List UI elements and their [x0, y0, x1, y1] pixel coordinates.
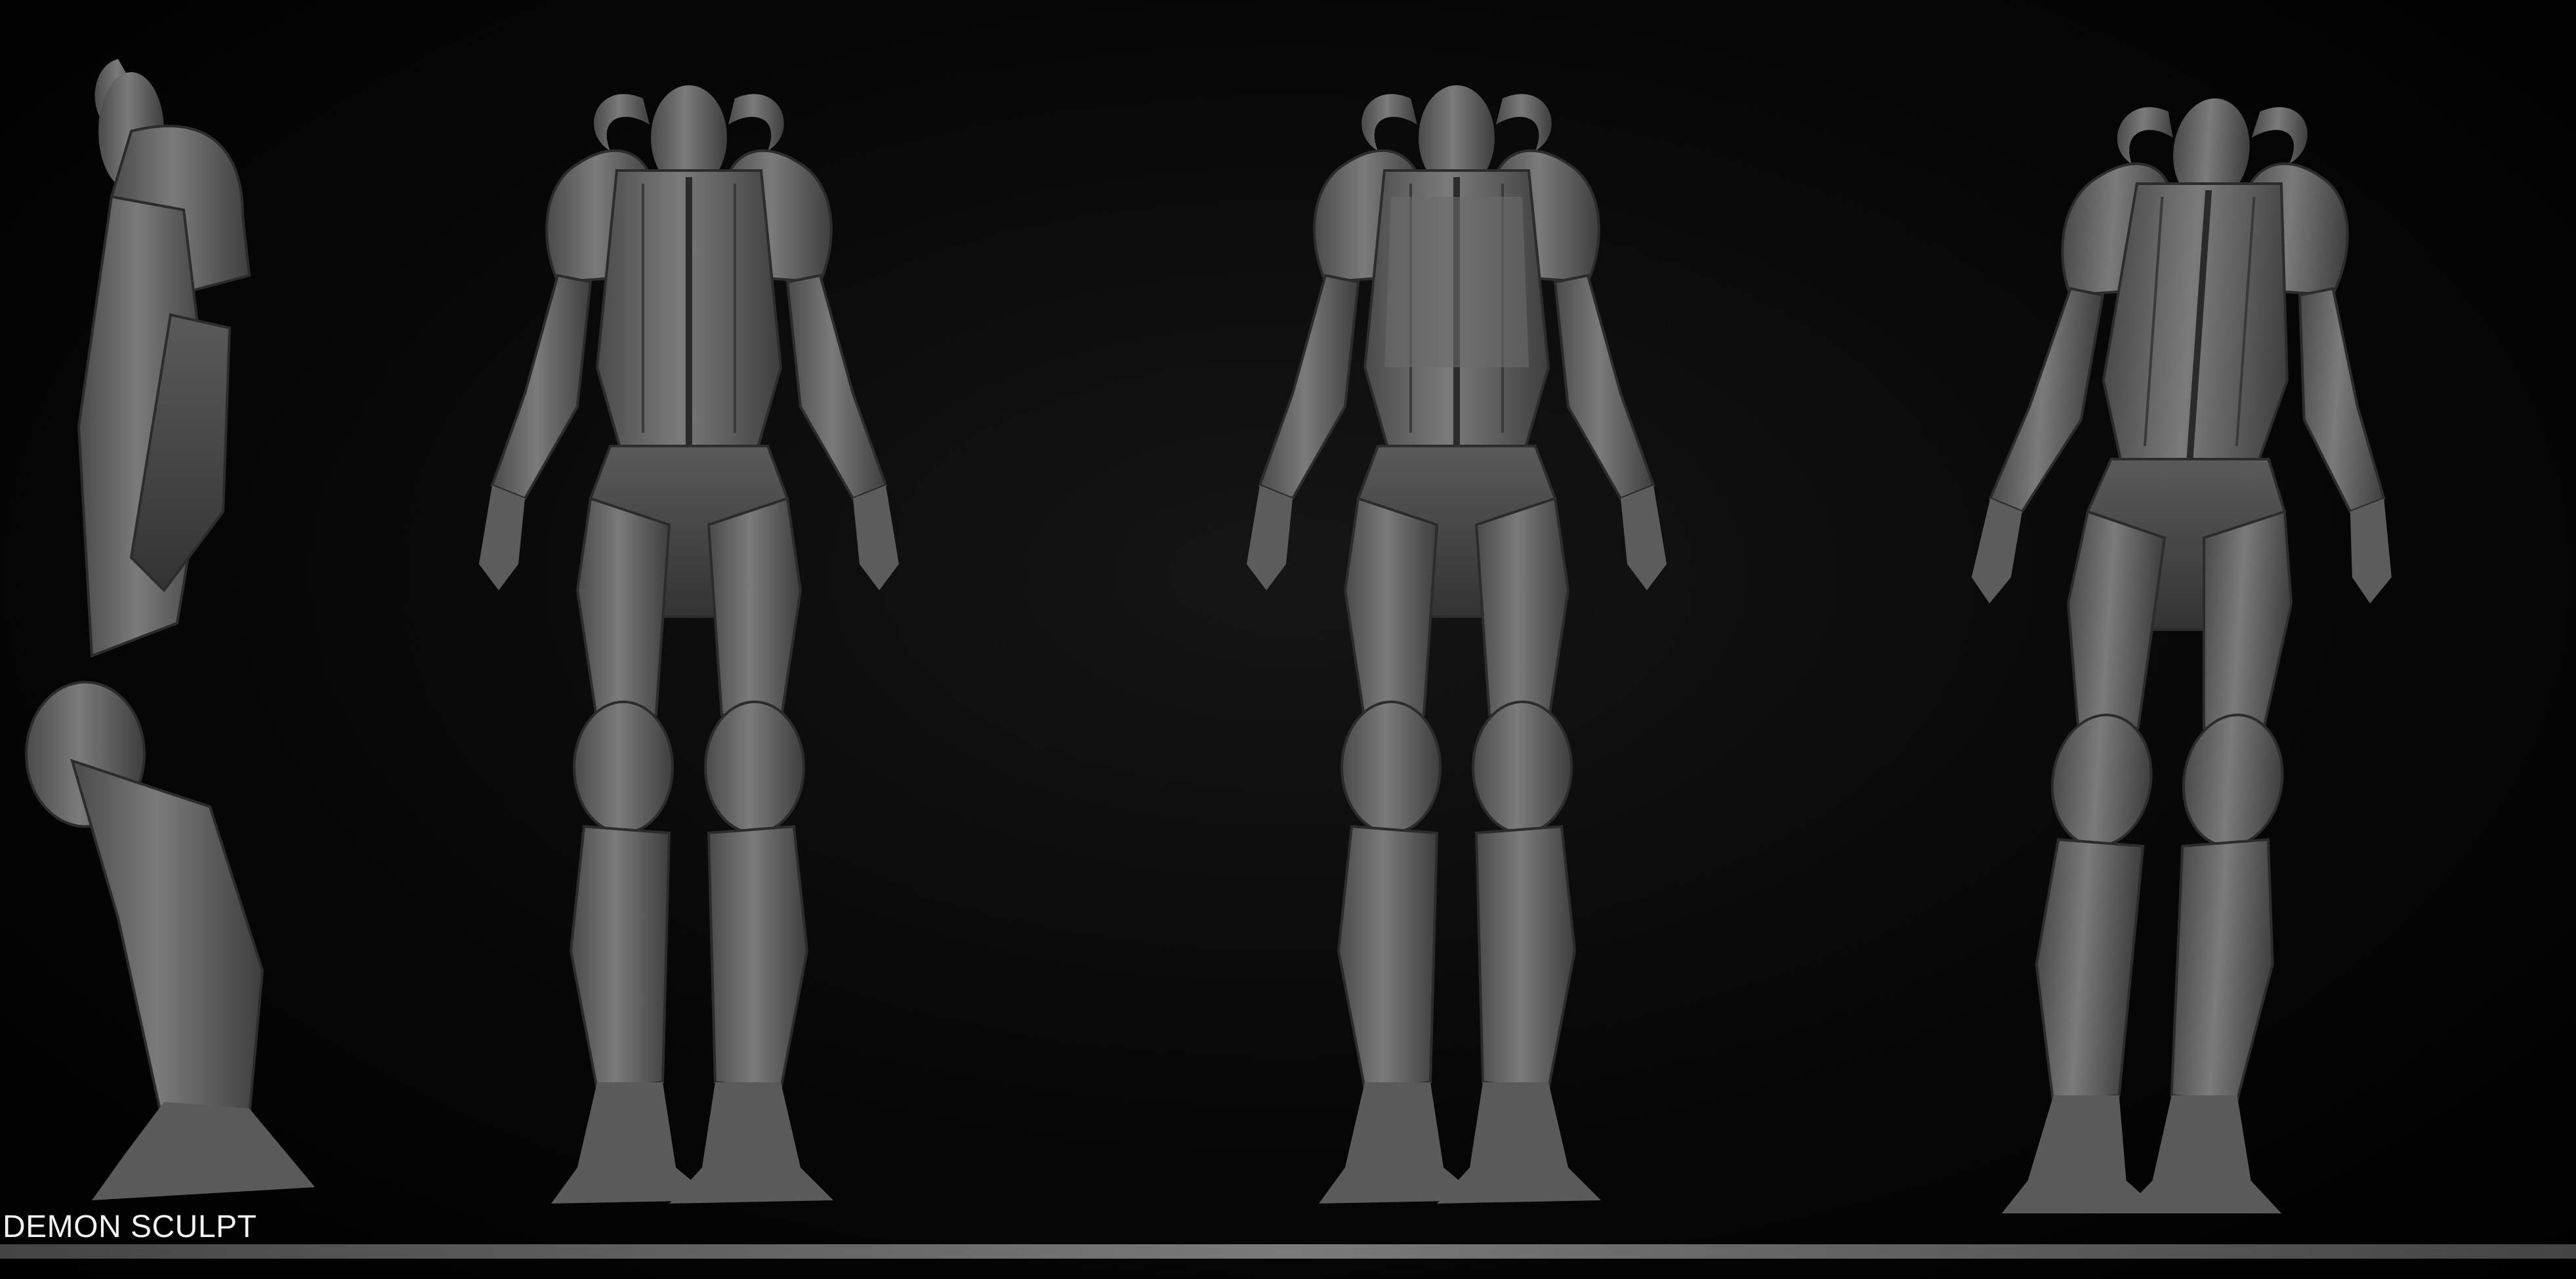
back-view-sculpt — [1076, 0, 1837, 1213]
front-view-sculpt — [322, 0, 1056, 1213]
three-quarter-view-sculpt — [1831, 0, 2559, 1213]
render-canvas: DEMON SCULPT — [0, 0, 2576, 1279]
baseline-bar — [0, 1244, 2576, 1259]
side-view-sculpt — [13, 0, 354, 1213]
caption-title: DEMON SCULPT — [3, 1209, 257, 1244]
